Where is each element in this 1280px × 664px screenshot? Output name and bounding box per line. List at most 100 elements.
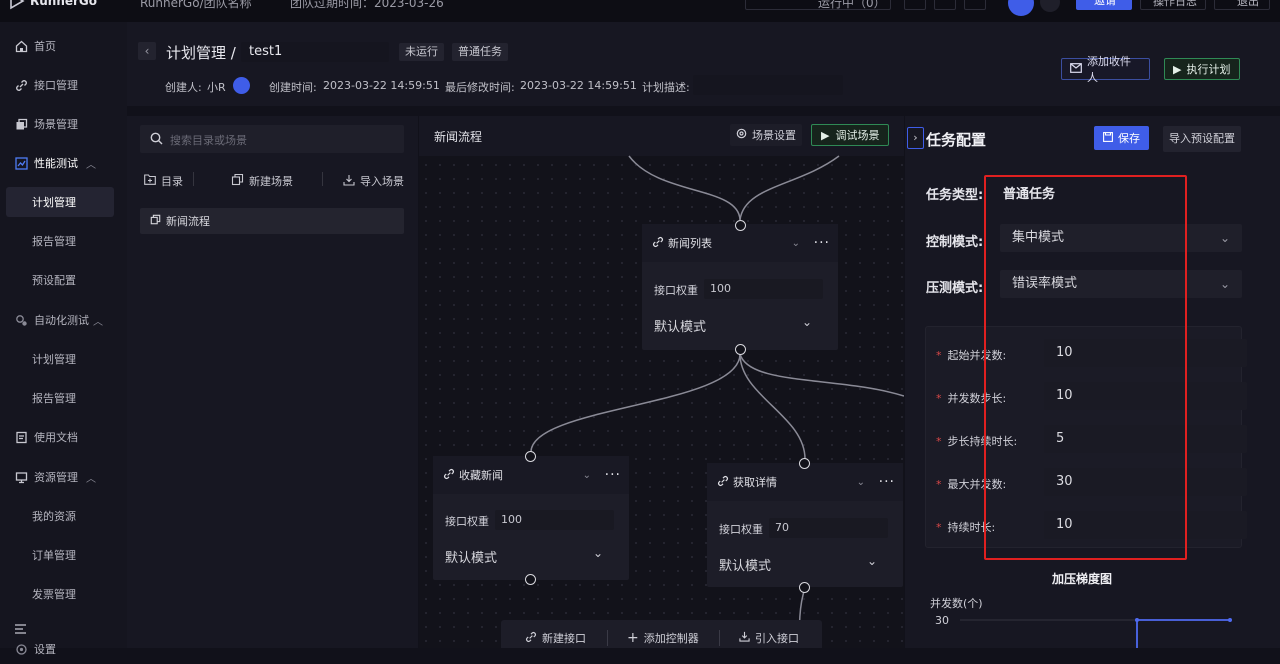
node-output-port[interactable] <box>799 582 810 593</box>
highlight-box <box>984 175 1187 560</box>
invite-button[interactable]: 邀请 <box>1076 0 1132 10</box>
weight-input[interactable]: 100 <box>495 510 614 530</box>
divider <box>607 630 608 646</box>
sidebar: 首页 接口管理 场景管理 性能测试 ︿ 计划管理 报告管理 预设配置 自动化测试… <box>0 22 127 656</box>
chevron-down-icon: ⌄ <box>1219 277 1230 291</box>
search-input[interactable]: 搜索目录或场景 <box>140 125 404 153</box>
plus-icon: + <box>627 630 639 646</box>
gear-icon <box>14 642 28 656</box>
api-node-favorite-news[interactable]: 收藏新闻 ⌄ ··· 接口权重 100 默认模式 ⌄ <box>433 456 629 580</box>
link-icon <box>443 468 455 483</box>
node-output-port[interactable] <box>735 344 746 355</box>
robot-icon <box>14 313 28 327</box>
scene-item[interactable]: 新闻流程 <box>140 208 404 234</box>
sidebar-item-api[interactable]: 接口管理 <box>0 70 127 100</box>
new-api-button[interactable]: 新建接口 <box>525 630 586 646</box>
divider <box>719 630 720 646</box>
sidebar-item-home[interactable]: 首页 <box>0 31 127 61</box>
description-input[interactable] <box>693 75 843 95</box>
theme-icon[interactable] <box>934 0 956 10</box>
running-count[interactable]: 运行中（0） <box>745 0 891 10</box>
ops-log-button[interactable]: 操作日志 <box>1140 0 1206 10</box>
chevron-up-icon: ︿ <box>86 473 96 485</box>
more-icon[interactable]: ··· <box>814 235 830 251</box>
panel-title: 任务配置 <box>926 131 987 149</box>
user-avatar[interactable] <box>1008 0 1034 16</box>
pressure-mode-label: 压测模式: <box>926 281 984 296</box>
link-icon <box>717 475 729 490</box>
chevron-down-icon[interactable]: ⌄ <box>857 477 865 488</box>
import-preset-button[interactable]: 导入预设配置 <box>1163 126 1241 152</box>
sidebar-item-report-mgmt[interactable]: 报告管理 <box>0 226 127 256</box>
folder-add-icon <box>144 174 156 188</box>
copy-icon <box>231 173 244 189</box>
weight-label: 接口权重 <box>445 515 489 528</box>
node-input-port[interactable] <box>735 220 746 231</box>
plan-header: ‹ 计划管理 / test1 未运行 普通任务 创建人: 小R 创建时间: 20… <box>127 22 1280 106</box>
sidebar-item-scene[interactable]: 场景管理 <box>0 109 127 139</box>
more-icon[interactable]: ··· <box>879 474 895 490</box>
run-plan-button[interactable]: ▶ 执行计划 <box>1164 58 1240 80</box>
help-icon[interactable] <box>964 0 986 10</box>
logout-button[interactable]: 退出 <box>1214 0 1270 10</box>
chart-title: 加压梯度图 <box>1052 572 1113 586</box>
sidebar-item-invoices[interactable]: 发票管理 <box>0 579 127 609</box>
fullscreen-icon[interactable] <box>904 0 926 10</box>
weight-label: 接口权重 <box>719 523 763 536</box>
more-icon[interactable]: ··· <box>605 467 621 483</box>
team-switcher[interactable]: RunnerGo/团队名称 <box>140 0 252 11</box>
weight-input[interactable]: 100 <box>704 279 823 299</box>
sidebar-item-preset[interactable]: 预设配置 <box>0 265 127 295</box>
app-logo: RunnerGo <box>30 0 98 8</box>
description-label: 计划描述: <box>642 81 690 94</box>
sidebar-item-auto-plan[interactable]: 计划管理 <box>0 344 127 374</box>
import-api-button[interactable]: 引入接口 <box>739 630 799 646</box>
weight-label: 接口权重 <box>654 284 698 297</box>
scene-canvas[interactable]: 新闻流程 场景设置 ▶ 调试场景 新闻列表 ⌄ ··· 接口权重 100 默认模… <box>419 116 904 648</box>
more-avatar-icon[interactable] <box>1040 0 1060 12</box>
add-recipient-button[interactable]: 添加收件人 <box>1061 55 1150 84</box>
chevron-down-icon[interactable]: ⌄ <box>583 470 591 481</box>
creator-avatar <box>233 77 250 94</box>
weight-input[interactable]: 70 <box>769 518 888 538</box>
mode-select[interactable]: 默认模式 <box>719 555 771 574</box>
new-scene-button[interactable]: 新建场景 <box>231 173 293 189</box>
api-node-news-list[interactable]: 新闻列表 ⌄ ··· 接口权重 100 默认模式 ⌄ <box>642 224 838 350</box>
back-button[interactable]: ‹ <box>138 42 156 60</box>
created-label: 创建时间: <box>269 81 317 94</box>
chevron-down-icon[interactable]: ⌄ <box>792 238 800 249</box>
import-scene-button[interactable]: 导入场景 <box>343 173 404 189</box>
chevron-down-icon: ⌄ <box>867 554 878 568</box>
sidebar-item-docs[interactable]: 使用文档 <box>0 422 127 452</box>
sidebar-item-orders[interactable]: 订单管理 <box>0 540 127 570</box>
new-directory-button[interactable]: 目录 <box>144 173 183 189</box>
top-bar: RunnerGo RunnerGo/团队名称 团队过期时间：2023-03-26… <box>0 0 1280 22</box>
collapse-menu-icon[interactable] <box>14 623 28 634</box>
sidebar-item-resources[interactable]: 资源管理 ︿ <box>0 462 127 492</box>
sidebar-item-my-resources[interactable]: 我的资源 <box>0 501 127 531</box>
chevron-down-icon: ⌄ <box>802 315 813 329</box>
sidebar-item-perf-test[interactable]: 性能测试 ︿ <box>0 148 127 178</box>
api-node-get-detail[interactable]: 获取详情 ⌄ ··· 接口权重 70 默认模式 ⌄ <box>707 463 903 587</box>
chart-icon <box>14 156 28 170</box>
save-button[interactable]: 保存 <box>1094 126 1149 150</box>
sidebar-item-auto-test[interactable]: 自动化测试 ︿ <box>0 305 127 335</box>
control-mode-label: 控制模式: <box>926 235 984 250</box>
divider <box>193 172 194 186</box>
link-icon <box>14 78 28 92</box>
copy-icon <box>14 117 28 131</box>
plan-name-input[interactable]: test1 <box>241 42 389 62</box>
collapse-panel-button[interactable]: › <box>907 127 924 149</box>
mode-select[interactable]: 默认模式 <box>654 316 706 335</box>
mode-select[interactable]: 默认模式 <box>445 547 497 566</box>
task-config-panel: › 任务配置 保存 导入预设配置 任务类型: 普通任务 控制模式: 集中模式 ⌄… <box>905 116 1280 648</box>
breadcrumb-section[interactable]: 计划管理 / <box>166 42 236 63</box>
sidebar-item-settings[interactable]: 设置 <box>0 634 127 664</box>
sidebar-item-auto-report[interactable]: 报告管理 <box>0 383 127 413</box>
node-title: 新闻列表 <box>668 237 712 250</box>
sidebar-item-plan-mgmt[interactable]: 计划管理 <box>6 187 114 217</box>
node-input-port[interactable] <box>525 451 536 462</box>
node-output-port[interactable] <box>525 574 536 585</box>
node-input-port[interactable] <box>799 458 810 469</box>
add-controller-button[interactable]: + 添加控制器 <box>627 630 699 646</box>
